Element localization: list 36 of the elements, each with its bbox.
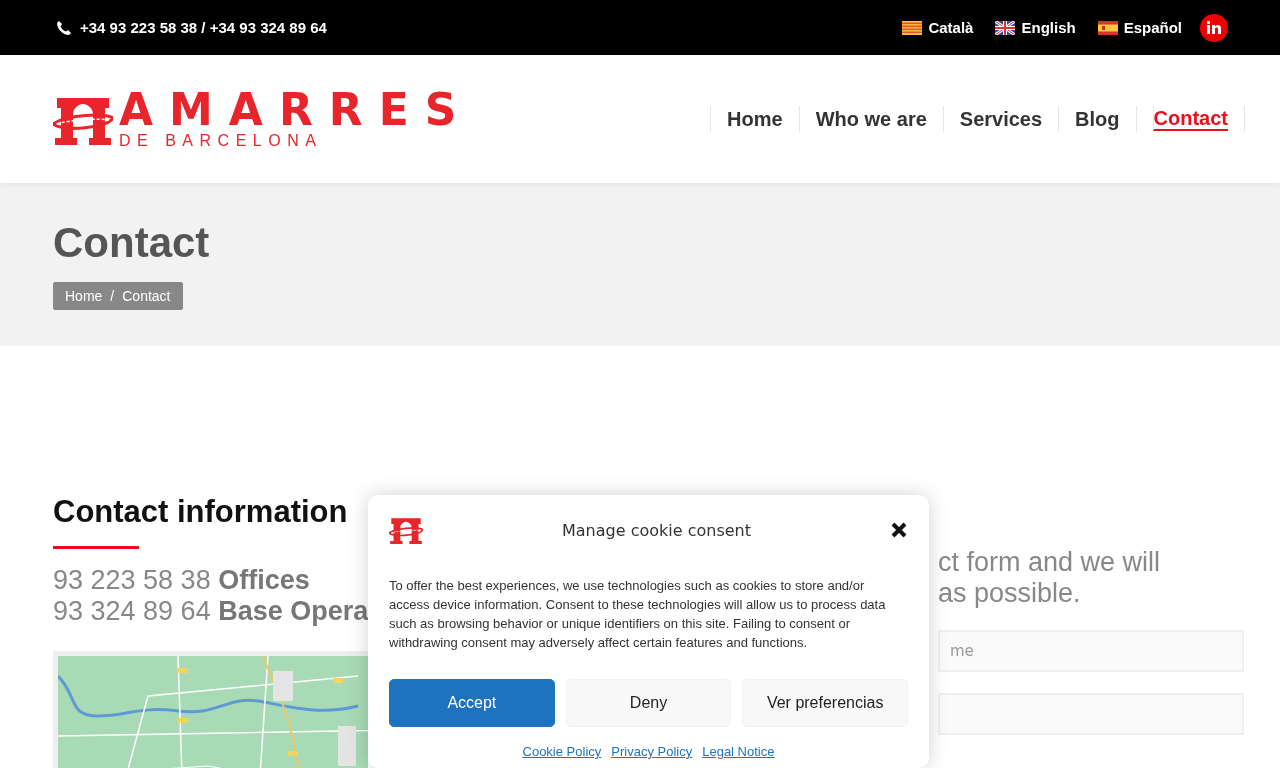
language-link[interactable]: English [995,19,1076,36]
catalan-flag-icon [902,20,923,35]
phone-line: 93 223 58 38 Offices [53,565,310,596]
section-heading: Contact information [53,493,348,531]
form-intro-text: ct form and we will [938,547,1161,578]
uk-flag-icon [995,20,1016,35]
language-link[interactable]: Español [1097,19,1182,36]
logo-tagline: DE BARCELONA [119,132,324,150]
consent-button[interactable]: Ver preferencias [742,679,908,727]
linkedin-icon[interactable] [1200,13,1228,42]
consent-button[interactable]: Accept [389,679,555,727]
phone-numbers: +34 93 223 58 38 / +34 93 324 89 64 [80,19,327,36]
spanish-flag-icon [1097,20,1118,35]
phone-line: 93 324 89 64 Base Opera [53,596,369,627]
language-link[interactable]: Català [902,19,974,36]
consent-button[interactable]: Deny [565,679,732,727]
dialog-title: Manage cookie consent [561,520,752,540]
consent-text: To offer the best experiences, we use technologies such as cookies to store and/or access device information. Consent to these technologies will allow us to process data such as browsing behavior or unique identifiers on this site. Failing to consent or withdrawing consent may adversely affect certain features and functions. [389,577,887,652]
nav-link[interactable]: Contact [1152,107,1228,131]
form-intro-text: as possible. [938,578,1081,609]
phone-icon [56,19,72,36]
breadcrumb-separator: / [110,288,115,304]
nav-link[interactable]: Who we are [798,106,943,132]
logo-icon [389,515,423,545]
logo-name: AMARRES [119,88,473,132]
policy-link[interactable]: Legal Notice [702,744,775,759]
close-icon[interactable] [890,521,908,539]
policy-link[interactable]: Cookie Policy [522,744,602,759]
policy-link[interactable]: Privacy Policy [611,744,693,759]
page-title: Contact [53,218,211,268]
breadcrumb-link[interactable]: Contact [122,288,171,304]
nav-link[interactable]: Blog [1058,106,1136,132]
nav-link[interactable]: Home [710,106,799,132]
input-field[interactable]: me [938,630,1244,672]
breadcrumb-link[interactable]: Home [65,288,103,304]
nav-link[interactable]: Services [942,106,1059,132]
